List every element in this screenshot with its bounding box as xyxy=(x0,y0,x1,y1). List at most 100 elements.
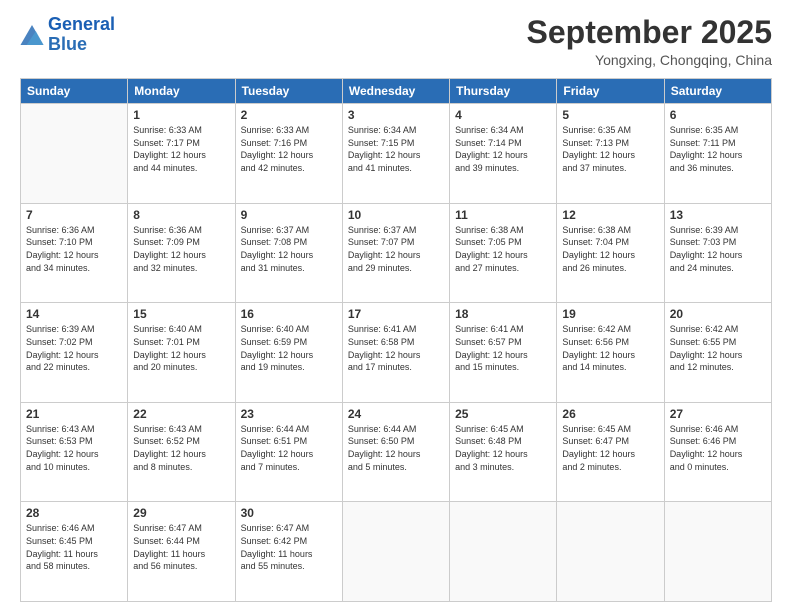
day-number: 9 xyxy=(241,208,337,222)
week-row-3: 14 Sunrise: 6:39 AMSunset: 7:02 PMDayligh… xyxy=(21,303,772,403)
day-info: Sunrise: 6:42 AMSunset: 6:55 PMDaylight:… xyxy=(670,323,766,373)
day-info: Sunrise: 6:45 AMSunset: 6:48 PMDaylight:… xyxy=(455,423,551,473)
calendar-cell: 20 Sunrise: 6:42 AMSunset: 6:55 PMDayligh… xyxy=(664,303,771,403)
month-title: September 2025 xyxy=(527,15,772,50)
calendar-table: Sunday Monday Tuesday Wednesday Thursday… xyxy=(20,78,772,602)
day-number: 23 xyxy=(241,407,337,421)
day-number: 6 xyxy=(670,108,766,122)
calendar-cell: 10Sunrise: 6:37 AMSunset: 7:07 PMDayligh… xyxy=(342,203,449,303)
calendar-cell xyxy=(342,502,449,602)
day-number: 29 xyxy=(133,506,229,520)
day-number: 5 xyxy=(562,108,658,122)
day-number: 13 xyxy=(670,208,766,222)
day-info: Sunrise: 6:41 AMSunset: 6:57 PMDaylight:… xyxy=(455,323,551,373)
day-number: 11 xyxy=(455,208,551,222)
day-info: Sunrise: 6:35 AMSunset: 7:13 PMDaylight:… xyxy=(562,124,658,174)
day-number: 1 xyxy=(133,108,229,122)
day-number: 12 xyxy=(562,208,658,222)
calendar-cell: 1 Sunrise: 6:33 AMSunset: 7:17 PMDaylight… xyxy=(128,104,235,204)
day-info: Sunrise: 6:34 AMSunset: 7:14 PMDaylight:… xyxy=(455,124,551,174)
day-info: Sunrise: 6:38 AMSunset: 7:04 PMDaylight:… xyxy=(562,224,658,274)
day-info: Sunrise: 6:35 AMSunset: 7:11 PMDaylight:… xyxy=(670,124,766,174)
day-number: 16 xyxy=(241,307,337,321)
day-info: Sunrise: 6:36 AMSunset: 7:10 PMDaylight:… xyxy=(26,224,122,274)
subtitle: Yongxing, Chongqing, China xyxy=(527,52,772,68)
day-info: Sunrise: 6:44 AMSunset: 6:50 PMDaylight:… xyxy=(348,423,444,473)
day-number: 19 xyxy=(562,307,658,321)
day-info: Sunrise: 6:33 AMSunset: 7:17 PMDaylight:… xyxy=(133,124,229,174)
calendar-cell xyxy=(664,502,771,602)
day-info: Sunrise: 6:37 AMSunset: 7:08 PMDaylight:… xyxy=(241,224,337,274)
day-info: Sunrise: 6:40 AMSunset: 7:01 PMDaylight:… xyxy=(133,323,229,373)
logo-line2: Blue xyxy=(48,34,87,54)
day-info: Sunrise: 6:46 AMSunset: 6:45 PMDaylight:… xyxy=(26,522,122,572)
col-friday: Friday xyxy=(557,79,664,104)
calendar-cell: 27Sunrise: 6:46 AMSunset: 6:46 PMDayligh… xyxy=(664,402,771,502)
calendar-cell: 3 Sunrise: 6:34 AMSunset: 7:15 PMDaylight… xyxy=(342,104,449,204)
col-monday: Monday xyxy=(128,79,235,104)
col-sunday: Sunday xyxy=(21,79,128,104)
day-info: Sunrise: 6:39 AMSunset: 7:02 PMDaylight:… xyxy=(26,323,122,373)
day-info: Sunrise: 6:47 AMSunset: 6:44 PMDaylight:… xyxy=(133,522,229,572)
day-number: 3 xyxy=(348,108,444,122)
calendar-cell: 14 Sunrise: 6:39 AMSunset: 7:02 PMDayligh… xyxy=(21,303,128,403)
day-number: 14 xyxy=(26,307,122,321)
day-info: Sunrise: 6:40 AMSunset: 6:59 PMDaylight:… xyxy=(241,323,337,373)
day-info: Sunrise: 6:42 AMSunset: 6:56 PMDaylight:… xyxy=(562,323,658,373)
day-info: Sunrise: 6:45 AMSunset: 6:47 PMDaylight:… xyxy=(562,423,658,473)
day-info: Sunrise: 6:34 AMSunset: 7:15 PMDaylight:… xyxy=(348,124,444,174)
week-row-5: 28 Sunrise: 6:46 AMSunset: 6:45 PMDayligh… xyxy=(21,502,772,602)
calendar-cell: 5 Sunrise: 6:35 AMSunset: 7:13 PMDaylight… xyxy=(557,104,664,204)
day-number: 30 xyxy=(241,506,337,520)
calendar-cell: 18Sunrise: 6:41 AMSunset: 6:57 PMDayligh… xyxy=(450,303,557,403)
day-info: Sunrise: 6:43 AMSunset: 6:53 PMDaylight:… xyxy=(26,423,122,473)
calendar-cell xyxy=(557,502,664,602)
calendar-cell xyxy=(21,104,128,204)
col-tuesday: Tuesday xyxy=(235,79,342,104)
day-number: 8 xyxy=(133,208,229,222)
day-info: Sunrise: 6:37 AMSunset: 7:07 PMDaylight:… xyxy=(348,224,444,274)
logo-text: General Blue xyxy=(48,15,115,55)
day-info: Sunrise: 6:38 AMSunset: 7:05 PMDaylight:… xyxy=(455,224,551,274)
calendar-cell: 16 Sunrise: 6:40 AMSunset: 6:59 PMDayligh… xyxy=(235,303,342,403)
day-number: 4 xyxy=(455,108,551,122)
day-number: 20 xyxy=(670,307,766,321)
calendar-cell: 24 Sunrise: 6:44 AMSunset: 6:50 PMDayligh… xyxy=(342,402,449,502)
week-row-4: 21Sunrise: 6:43 AMSunset: 6:53 PMDayligh… xyxy=(21,402,772,502)
calendar-cell: 11 Sunrise: 6:38 AMSunset: 7:05 PMDayligh… xyxy=(450,203,557,303)
col-wednesday: Wednesday xyxy=(342,79,449,104)
day-number: 27 xyxy=(670,407,766,421)
day-number: 28 xyxy=(26,506,122,520)
page: General Blue September 2025 Yongxing, Ch… xyxy=(0,0,792,612)
logo-line1: General xyxy=(48,14,115,34)
day-info: Sunrise: 6:43 AMSunset: 6:52 PMDaylight:… xyxy=(133,423,229,473)
calendar-cell: 29 Sunrise: 6:47 AMSunset: 6:44 PMDayligh… xyxy=(128,502,235,602)
logo-icon xyxy=(20,25,44,45)
header: General Blue September 2025 Yongxing, Ch… xyxy=(20,15,772,68)
day-info: Sunrise: 6:39 AMSunset: 7:03 PMDaylight:… xyxy=(670,224,766,274)
day-number: 25 xyxy=(455,407,551,421)
day-info: Sunrise: 6:36 AMSunset: 7:09 PMDaylight:… xyxy=(133,224,229,274)
calendar-cell xyxy=(450,502,557,602)
week-row-1: 1 Sunrise: 6:33 AMSunset: 7:17 PMDaylight… xyxy=(21,104,772,204)
day-number: 7 xyxy=(26,208,122,222)
day-info: Sunrise: 6:33 AMSunset: 7:16 PMDaylight:… xyxy=(241,124,337,174)
day-number: 17 xyxy=(348,307,444,321)
calendar-cell: 2Sunrise: 6:33 AMSunset: 7:16 PMDaylight… xyxy=(235,104,342,204)
day-number: 15 xyxy=(133,307,229,321)
day-info: Sunrise: 6:41 AMSunset: 6:58 PMDaylight:… xyxy=(348,323,444,373)
day-number: 22 xyxy=(133,407,229,421)
calendar-cell: 30Sunrise: 6:47 AMSunset: 6:42 PMDayligh… xyxy=(235,502,342,602)
calendar-cell: 19 Sunrise: 6:42 AMSunset: 6:56 PMDayligh… xyxy=(557,303,664,403)
day-info: Sunrise: 6:44 AMSunset: 6:51 PMDaylight:… xyxy=(241,423,337,473)
calendar-cell: 6 Sunrise: 6:35 AMSunset: 7:11 PMDaylight… xyxy=(664,104,771,204)
week-row-2: 7 Sunrise: 6:36 AMSunset: 7:10 PMDaylight… xyxy=(21,203,772,303)
calendar-cell: 15 Sunrise: 6:40 AMSunset: 7:01 PMDayligh… xyxy=(128,303,235,403)
calendar-cell: 12 Sunrise: 6:38 AMSunset: 7:04 PMDayligh… xyxy=(557,203,664,303)
calendar-cell: 23 Sunrise: 6:44 AMSunset: 6:51 PMDayligh… xyxy=(235,402,342,502)
calendar-cell: 8 Sunrise: 6:36 AMSunset: 7:09 PMDaylight… xyxy=(128,203,235,303)
logo: General Blue xyxy=(20,15,115,55)
calendar-cell: 4 Sunrise: 6:34 AMSunset: 7:14 PMDaylight… xyxy=(450,104,557,204)
calendar-cell: 13 Sunrise: 6:39 AMSunset: 7:03 PMDayligh… xyxy=(664,203,771,303)
day-number: 24 xyxy=(348,407,444,421)
